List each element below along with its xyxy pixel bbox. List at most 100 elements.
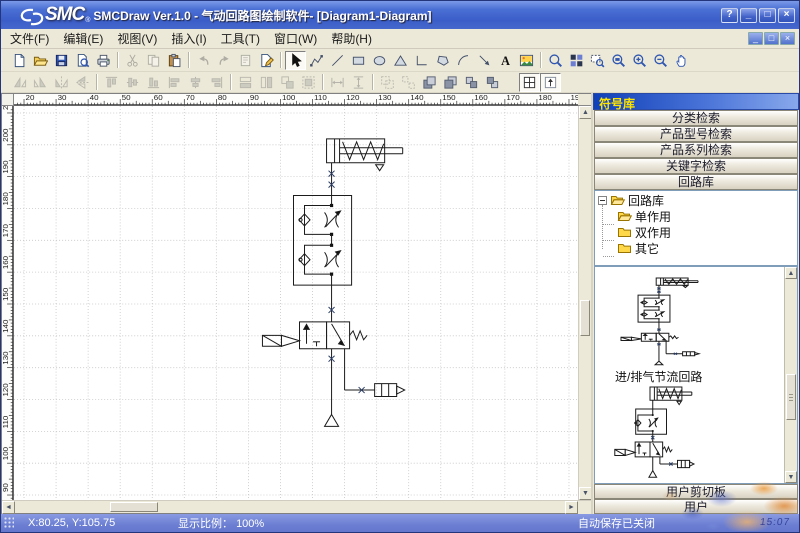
component-speedctl[interactable] <box>641 298 664 308</box>
minimize-button[interactable]: _ <box>740 8 757 23</box>
menu-file[interactable]: 文件(F) <box>3 28 56 49</box>
horizontal-scrollbar[interactable]: ◄ ► <box>2 501 578 513</box>
menu-tools[interactable]: 工具(T) <box>214 28 267 49</box>
tree-item-circuit-library-root[interactable]: 回路库 <box>595 192 797 208</box>
image-button[interactable] <box>516 51 537 70</box>
save-button[interactable] <box>51 51 72 70</box>
hscroll-thumb[interactable] <box>110 502 158 512</box>
vscroll-track[interactable] <box>579 119 591 487</box>
zoom-previous-button[interactable] <box>608 51 629 70</box>
scroll-left-button[interactable]: ◄ <box>2 501 15 514</box>
polygon-button[interactable] <box>432 51 453 70</box>
zoom-in-button[interactable] <box>629 51 650 70</box>
angle-button[interactable] <box>411 51 432 70</box>
polyline-button[interactable] <box>306 51 327 70</box>
align-right-button[interactable] <box>206 73 227 92</box>
bring-to-front-button[interactable] <box>419 73 440 92</box>
grid-toggle-button[interactable] <box>519 73 540 92</box>
close-button[interactable]: × <box>778 8 795 23</box>
tree-item-double-acting[interactable]: 双作用 <box>595 224 797 240</box>
pneumatic-circuit[interactable] <box>262 139 404 427</box>
tree-item-other[interactable]: 其它 <box>595 240 797 256</box>
component-speedctl[interactable] <box>641 310 664 320</box>
component-valve32[interactable] <box>262 322 367 349</box>
zoom-button[interactable] <box>545 51 566 70</box>
component-airunit[interactable] <box>678 460 695 467</box>
tree-item-single-acting[interactable]: 单作用 <box>595 208 797 224</box>
vscroll-thumb[interactable] <box>580 300 590 336</box>
product-model-search-button[interactable]: 产品型号检索 <box>594 126 798 142</box>
new-button[interactable] <box>9 51 30 70</box>
edit-symbol-button[interactable] <box>256 51 277 70</box>
component-cylinder[interactable] <box>656 278 698 288</box>
align-left-button[interactable] <box>164 73 185 92</box>
hscroll-track[interactable] <box>15 501 565 513</box>
align-top-button[interactable] <box>101 73 122 92</box>
mdi-minimize-button[interactable]: _ <box>748 32 763 45</box>
pan-button[interactable] <box>671 51 692 70</box>
ellipse-button[interactable] <box>369 51 390 70</box>
flip-vertical-button[interactable] <box>72 73 93 92</box>
mdi-close-button[interactable]: × <box>780 32 795 45</box>
v-spacing-button[interactable] <box>348 73 369 92</box>
zoom-out-button[interactable] <box>650 51 671 70</box>
component-valve32[interactable] <box>615 442 672 457</box>
align-middle-button[interactable] <box>122 73 143 92</box>
menu-insert[interactable]: 插入(I) <box>164 28 213 49</box>
drawing-canvas[interactable] <box>14 106 578 500</box>
component-cylinder[interactable] <box>327 139 403 171</box>
user-clipboard-button[interactable]: 用户剪切板 <box>594 484 798 499</box>
preview-scroll-up-button[interactable]: ▲ <box>785 267 797 279</box>
mdi-restore-button[interactable]: □ <box>764 32 779 45</box>
group-button[interactable] <box>377 73 398 92</box>
component-speedctl[interactable] <box>635 414 658 432</box>
component-exhaust[interactable] <box>655 361 663 365</box>
select-button[interactable] <box>285 51 306 70</box>
text-button[interactable]: A <box>495 51 516 70</box>
open-button[interactable] <box>30 51 51 70</box>
h-spacing-button[interactable] <box>327 73 348 92</box>
rotate-left-button[interactable] <box>9 73 30 92</box>
component-airunit[interactable] <box>683 352 700 356</box>
bring-forward-button[interactable] <box>461 73 482 92</box>
snap-toggle-button[interactable] <box>540 73 561 92</box>
component-block[interactable] <box>293 196 351 286</box>
circuit-thumbnail-2[interactable] <box>597 385 783 479</box>
print-preview-button[interactable] <box>72 51 93 70</box>
menu-edit[interactable]: 编辑(E) <box>56 28 110 49</box>
scroll-right-button[interactable]: ► <box>565 501 578 514</box>
flip-horizontal-button[interactable] <box>51 73 72 92</box>
component-airunit[interactable] <box>375 384 405 397</box>
line-button[interactable] <box>327 51 348 70</box>
classified-search-button[interactable]: 分类检索 <box>594 110 798 126</box>
keyword-search-button[interactable]: 关键字检索 <box>594 158 798 174</box>
ungroup-button[interactable] <box>398 73 419 92</box>
copy-button[interactable] <box>143 51 164 70</box>
title-bar[interactable]: SMC ® SMCDraw Ver.1.0 - 气动回路图绘制软件- [Diag… <box>1 1 799 29</box>
component-valve32[interactable] <box>621 333 678 341</box>
tree-expand-toggle[interactable] <box>598 196 607 205</box>
menu-window[interactable]: 窗口(W) <box>267 28 324 49</box>
arc-button[interactable] <box>453 51 474 70</box>
properties-button[interactable] <box>235 51 256 70</box>
menu-view[interactable]: 视图(V) <box>110 28 164 49</box>
paste-button[interactable] <box>164 51 185 70</box>
send-to-back-button[interactable] <box>440 73 461 92</box>
arrow-button[interactable] <box>474 51 495 70</box>
product-series-search-button[interactable]: 产品系列检索 <box>594 142 798 158</box>
triangle-button[interactable] <box>390 51 411 70</box>
preview-scroll-thumb[interactable] <box>786 374 796 420</box>
preview-scrollbar[interactable]: ▲ ▼ <box>784 267 797 483</box>
align-bottom-button[interactable] <box>143 73 164 92</box>
rectangle-button[interactable] <box>348 51 369 70</box>
circuit-thumbnail-1[interactable] <box>597 271 783 367</box>
same-size-button[interactable] <box>277 73 298 92</box>
preview-scroll-down-button[interactable]: ▼ <box>785 471 797 483</box>
send-backward-button[interactable] <box>482 73 503 92</box>
zoom-region-button[interactable] <box>587 51 608 70</box>
help-button[interactable]: ? <box>721 8 738 23</box>
menu-help[interactable]: 帮助(H) <box>324 28 379 49</box>
rotate-right-button[interactable] <box>30 73 51 92</box>
redo-button[interactable] <box>214 51 235 70</box>
circuit-library-button[interactable]: 回路库 <box>594 174 798 190</box>
